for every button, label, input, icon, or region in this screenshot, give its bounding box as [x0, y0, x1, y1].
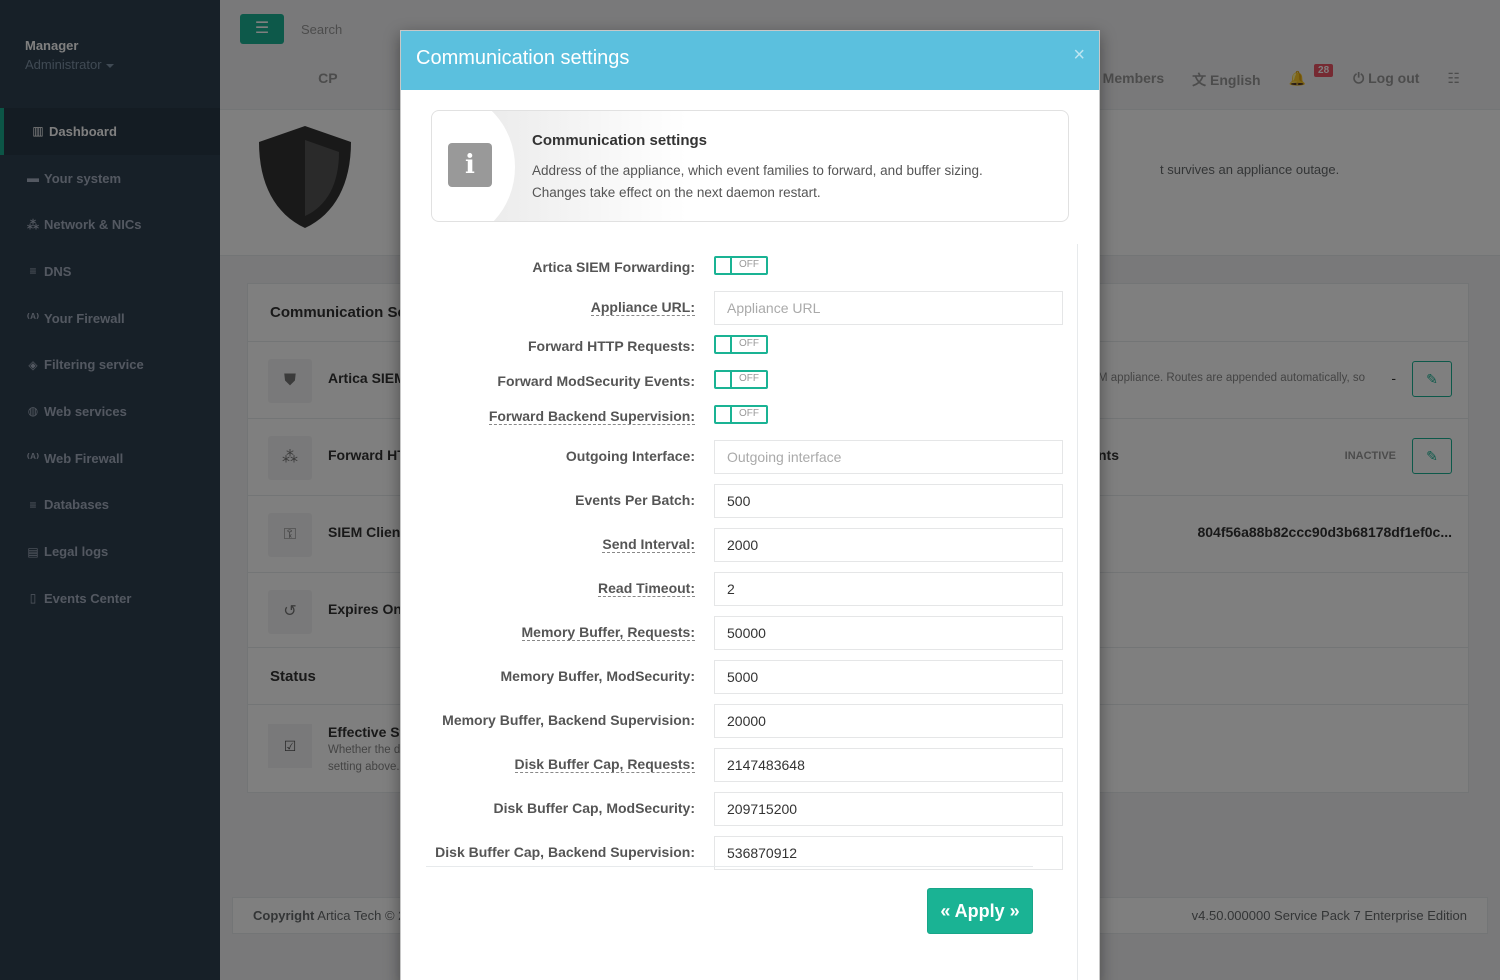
- toggle-state: OFF: [739, 259, 759, 270]
- modal-body: i Communication settings Address of the …: [401, 90, 1099, 980]
- forward-modsec-label: Forward ModSecurity Events:: [497, 373, 695, 389]
- toggle-knob: [716, 407, 732, 422]
- mem-backend-input[interactable]: [714, 704, 1063, 738]
- explain-title: Communication settings: [532, 132, 708, 149]
- forward-backend-toggle[interactable]: OFF: [714, 405, 768, 424]
- explain-text: Address of the appliance, which event fa…: [532, 160, 983, 204]
- disk-requests-label: Disk Buffer Cap, Requests:: [514, 756, 695, 773]
- toggle-state: OFF: [739, 338, 759, 349]
- mem-requests-input[interactable]: [714, 616, 1063, 650]
- read-timeout-input[interactable]: [714, 572, 1063, 606]
- mem-modsec-input[interactable]: [714, 660, 1063, 694]
- toggle-knob: [716, 337, 732, 352]
- events-per-batch-input[interactable]: [714, 484, 1063, 518]
- send-interval-input[interactable]: [714, 528, 1063, 562]
- mem-requests-label: Memory Buffer, Requests:: [521, 624, 695, 641]
- disk-backend-input[interactable]: [714, 836, 1063, 870]
- modal-title: Communication settings: [416, 47, 630, 69]
- explain-box: i Communication settings Address of the …: [431, 110, 1069, 222]
- siem-forwarding-label: Artica SIEM Forwarding:: [532, 259, 695, 275]
- toggle-knob: [716, 372, 732, 387]
- events-per-batch-label: Events Per Batch:: [575, 492, 695, 508]
- forward-modsec-toggle[interactable]: OFF: [714, 370, 768, 389]
- read-timeout-label: Read Timeout:: [598, 580, 695, 597]
- apply-button[interactable]: « Apply »: [927, 888, 1033, 934]
- disk-modsec-input[interactable]: [714, 792, 1063, 826]
- send-interval-label: Send Interval:: [602, 536, 695, 553]
- siem-forwarding-toggle[interactable]: OFF: [714, 256, 768, 275]
- form-divider: [426, 866, 1033, 867]
- forward-http-toggle[interactable]: OFF: [714, 335, 768, 354]
- info-icon: i: [448, 143, 492, 187]
- explain-line-2: Changes take effect on the next daemon r…: [532, 185, 821, 200]
- forward-backend-label: Forward Backend Supervision:: [488, 408, 695, 425]
- mem-modsec-label: Memory Buffer, ModSecurity:: [500, 668, 695, 684]
- scroll-divider: [1077, 244, 1078, 980]
- outgoing-interface-input[interactable]: [714, 440, 1063, 474]
- disk-backend-label: Disk Buffer Cap, Backend Supervision:: [435, 844, 695, 860]
- forward-http-label: Forward HTTP Requests:: [528, 338, 695, 354]
- appliance-url-input[interactable]: [714, 291, 1063, 325]
- outgoing-interface-label: Outgoing Interface:: [565, 448, 695, 464]
- toggle-knob: [716, 258, 732, 273]
- close-icon[interactable]: ×: [1073, 44, 1085, 67]
- explain-line-1: Address of the appliance, which event fa…: [532, 163, 983, 178]
- toggle-state: OFF: [739, 373, 759, 384]
- appliance-url-label: Appliance URL:: [590, 299, 695, 316]
- communication-settings-modal: Communication settings × i Communication…: [400, 30, 1100, 980]
- disk-modsec-label: Disk Buffer Cap, ModSecurity:: [493, 800, 695, 816]
- mem-backend-label: Memory Buffer, Backend Supervision:: [442, 712, 695, 728]
- disk-requests-input[interactable]: [714, 748, 1063, 782]
- modal-header: Communication settings ×: [401, 31, 1099, 90]
- toggle-state: OFF: [739, 408, 759, 419]
